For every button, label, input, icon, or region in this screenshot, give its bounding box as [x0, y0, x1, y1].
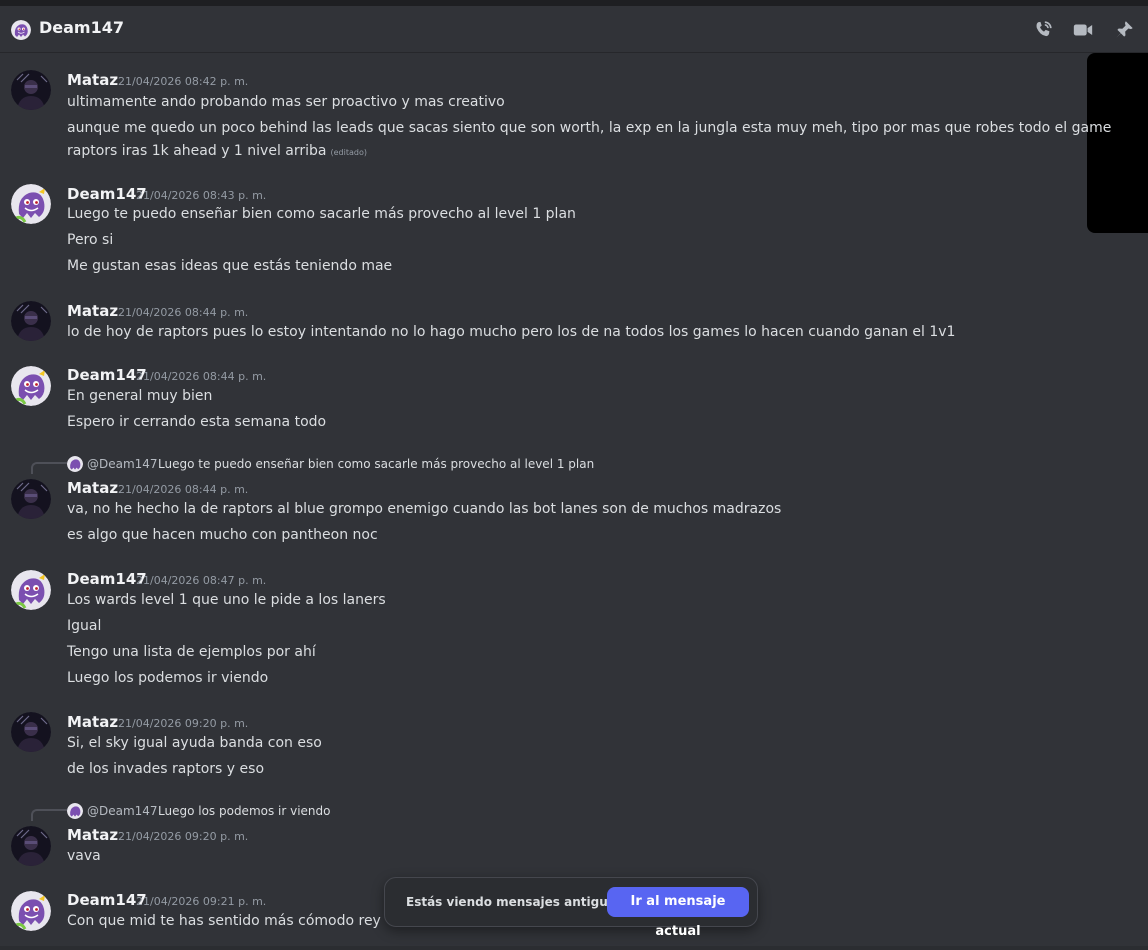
- avatar[interactable]: [11, 301, 51, 341]
- reply-preview[interactable]: @Deam147 Luego los podemos ir viendo: [0, 803, 400, 821]
- message-text: es algo que hacen mucho con pantheon noc: [67, 527, 378, 543]
- purple-ghost-icon: [11, 20, 31, 40]
- message-text: de los invades raptors y eso: [67, 761, 265, 777]
- message-text: Tengo una lista de ejemplos por ahí: [67, 644, 316, 660]
- message-text: Igual: [67, 618, 102, 634]
- avatar[interactable]: [11, 712, 51, 752]
- message-text: Me gustan esas ideas que estás teniendo …: [67, 258, 393, 274]
- jump-to-present-button[interactable]: Ir al mensaje actual: [607, 887, 749, 939]
- message-text: Si, el sky igual ayuda banda con eso: [67, 735, 322, 751]
- reply-text: Luego los podemos ir viendo: [158, 804, 331, 818]
- edited-label: (editado): [330, 148, 367, 157]
- avatar[interactable]: [11, 570, 51, 610]
- message-timestamp: 21/04/2026 08:42 p. m.: [118, 75, 249, 88]
- channel-header: Deam147: [0, 6, 1148, 53]
- channel-title: Deam147: [39, 18, 124, 37]
- message-text: lo de hoy de raptors pues lo estoy inten…: [67, 324, 956, 340]
- reply-spine: [31, 462, 67, 474]
- message-timestamp: 21/04/2026 08:44 p. m.: [118, 306, 249, 319]
- message-author[interactable]: Deam147: [67, 891, 147, 909]
- message-text: Los wards level 1 que uno le pide a los …: [67, 592, 386, 608]
- message-author[interactable]: Deam147: [67, 185, 147, 203]
- message-text: raptors iras 1k ahead y 1 nivel arriba (e…: [67, 143, 367, 159]
- message-text: En general muy bien: [67, 388, 213, 404]
- message-text: vava: [67, 848, 101, 864]
- message-author[interactable]: Mataz: [67, 713, 118, 731]
- message-text: Espero ir cerrando esta semana todo: [67, 414, 327, 430]
- video-camera-icon[interactable]: [1072, 19, 1094, 41]
- message-timestamp: 21/04/2026 08:47 p. m.: [136, 574, 267, 587]
- message-author[interactable]: Mataz: [67, 302, 118, 320]
- message-text: Luego te puedo enseñar bien como sacarle…: [67, 206, 576, 222]
- purple-ghost-icon: [67, 803, 83, 819]
- overlay-panel: [1087, 53, 1148, 233]
- avatar[interactable]: [11, 184, 51, 224]
- message-text: aunque me quedo un poco behind las leads…: [67, 120, 1112, 136]
- message-timestamp: 21/04/2026 09:20 p. m.: [118, 717, 249, 730]
- phone-call-icon[interactable]: [1032, 19, 1054, 41]
- old-messages-label: Estás viendo mensajes antiguos: [406, 895, 624, 909]
- message-author[interactable]: Mataz: [67, 71, 118, 89]
- avatar[interactable]: [11, 70, 51, 110]
- message-timestamp: 21/04/2026 08:43 p. m.: [136, 189, 267, 202]
- message-text: Luego los podemos ir viendo: [67, 670, 269, 686]
- avatar[interactable]: [11, 891, 51, 931]
- message-timestamp: 21/04/2026 09:21 p. m.: [136, 895, 267, 908]
- message-text: Con que mid te has sentido más cómodo re…: [67, 913, 381, 929]
- message-text: ultimamente ando probando mas ser proact…: [67, 94, 505, 110]
- message-timestamp: 21/04/2026 08:44 p. m.: [118, 483, 249, 496]
- message-text: Pero si: [67, 232, 114, 248]
- purple-ghost-icon: [67, 456, 83, 472]
- message-text: va, no he hecho la de raptors al blue gr…: [67, 501, 782, 517]
- message-timestamp: 21/04/2026 09:20 p. m.: [118, 830, 249, 843]
- reply-preview[interactable]: @Deam147 Luego te puedo enseñar bien com…: [0, 456, 700, 474]
- message-author[interactable]: Mataz: [67, 479, 118, 497]
- message-author[interactable]: Mataz: [67, 826, 118, 844]
- reply-spine: [31, 809, 67, 821]
- avatar[interactable]: [11, 826, 51, 866]
- old-messages-banner: Estás viendo mensajes antiguos Ir al men…: [384, 877, 758, 939]
- reply-mention[interactable]: @Deam147: [87, 457, 158, 471]
- avatar[interactable]: [11, 366, 51, 406]
- message-text-span: raptors iras 1k ahead y 1 nivel arriba: [67, 143, 327, 159]
- message-author[interactable]: Deam147: [67, 366, 147, 384]
- reply-mention[interactable]: @Deam147: [87, 804, 158, 818]
- reply-text: Luego te puedo enseñar bien como sacarle…: [158, 457, 595, 471]
- message-timestamp: 21/04/2026 08:44 p. m.: [136, 370, 267, 383]
- avatar[interactable]: [11, 479, 51, 519]
- pin-icon[interactable]: [1113, 19, 1135, 41]
- message-author[interactable]: Deam147: [67, 570, 147, 588]
- composer-edge: [0, 946, 1148, 950]
